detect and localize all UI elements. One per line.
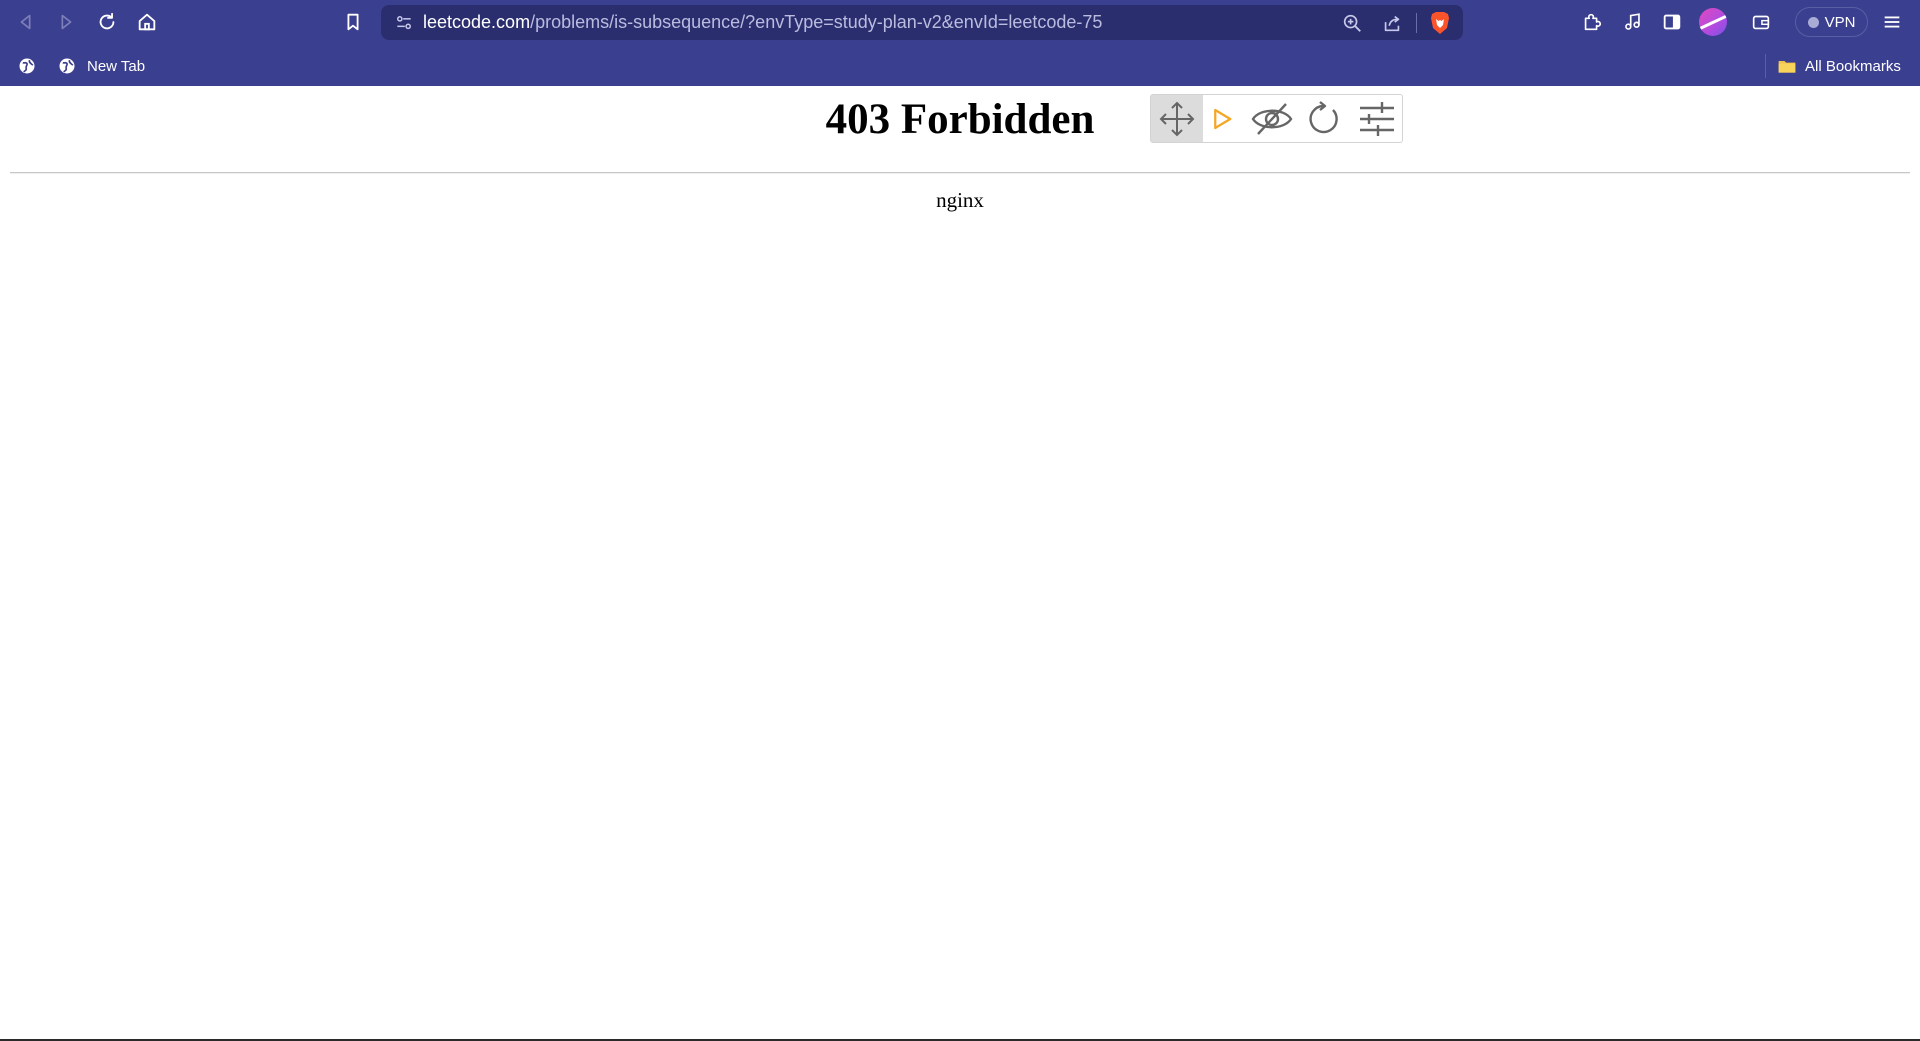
media-control-bar: [1150, 94, 1403, 143]
home-icon: [138, 13, 156, 31]
music-note-icon: [1625, 13, 1640, 30]
url-host: leetcode.com: [423, 12, 531, 32]
site-info-icon[interactable]: [393, 12, 415, 34]
play-icon: [1214, 108, 1232, 129]
vpn-status-icon: [1807, 16, 1819, 28]
horizontal-rule: [10, 172, 1910, 174]
browser-toolbar: leetcode.com/problems/is-subsequence/?en…: [0, 0, 1920, 44]
bookmark-page-button[interactable]: [337, 6, 369, 38]
vpn-button[interactable]: VPN: [1795, 7, 1868, 37]
play-button[interactable]: [1207, 95, 1237, 142]
address-bar[interactable]: leetcode.com/problems/is-subsequence/?en…: [381, 5, 1463, 40]
bookmark-icon: [347, 13, 359, 31]
eye-off-icon: [1251, 102, 1293, 135]
folder-icon: [1778, 61, 1796, 73]
settings-button[interactable]: [1354, 95, 1400, 142]
globe-icon: [59, 58, 75, 74]
hamburger-menu-icon: [1884, 16, 1900, 28]
bookmarks-bar: New Tab All Bookmarks: [0, 44, 1920, 86]
media-button[interactable]: [1616, 6, 1648, 38]
reload-button[interactable]: [91, 6, 123, 38]
url-divider: [1416, 13, 1417, 33]
back-button[interactable]: [10, 6, 42, 38]
profile-avatar[interactable]: [1699, 8, 1727, 36]
all-bookmarks-label: All Bookmarks: [1805, 57, 1901, 75]
vpn-label: VPN: [1824, 13, 1856, 31]
restart-button[interactable]: [1301, 95, 1345, 142]
sidebar-button[interactable]: [1656, 6, 1688, 38]
home-button[interactable]: [131, 6, 163, 38]
all-bookmarks-folder[interactable]: All Bookmarks: [1777, 53, 1901, 79]
server-name: nginx: [936, 188, 984, 212]
puzzle-icon: [1584, 13, 1602, 31]
wallet-icon: [1752, 15, 1770, 30]
back-arrow-icon: [20, 14, 31, 30]
bookmarks-divider: [1765, 54, 1766, 78]
sliders-icon: [1360, 101, 1394, 136]
page-title: 403 Forbidden: [825, 96, 1095, 143]
reload-icon: [1309, 100, 1338, 133]
forward-arrow-icon: [61, 14, 72, 30]
extensions-button[interactable]: [1576, 6, 1608, 38]
globe-icon: [19, 58, 35, 74]
main-menu-button[interactable]: [1876, 6, 1908, 38]
sidebar-icon: [1663, 14, 1681, 30]
bookmark-new-tab[interactable]: New Tab: [57, 53, 145, 79]
move-icon: [1159, 101, 1195, 136]
brave-shields-icon[interactable]: [1428, 10, 1452, 36]
zoom-icon[interactable]: [1339, 10, 1365, 36]
url-path: /problems/is-subsequence/?envType=study-…: [530, 12, 1103, 32]
hide-button[interactable]: [1249, 95, 1295, 142]
share-icon[interactable]: [1379, 10, 1405, 36]
move-handle[interactable]: [1151, 95, 1203, 142]
bookmark-globe-shortcut[interactable]: [17, 53, 37, 79]
url-text[interactable]: leetcode.com/problems/is-subsequence/?en…: [423, 5, 1102, 40]
reload-icon: [99, 12, 115, 30]
forward-button[interactable]: [50, 6, 82, 38]
wallet-button[interactable]: [1745, 6, 1777, 38]
bookmark-label: New Tab: [87, 57, 146, 75]
